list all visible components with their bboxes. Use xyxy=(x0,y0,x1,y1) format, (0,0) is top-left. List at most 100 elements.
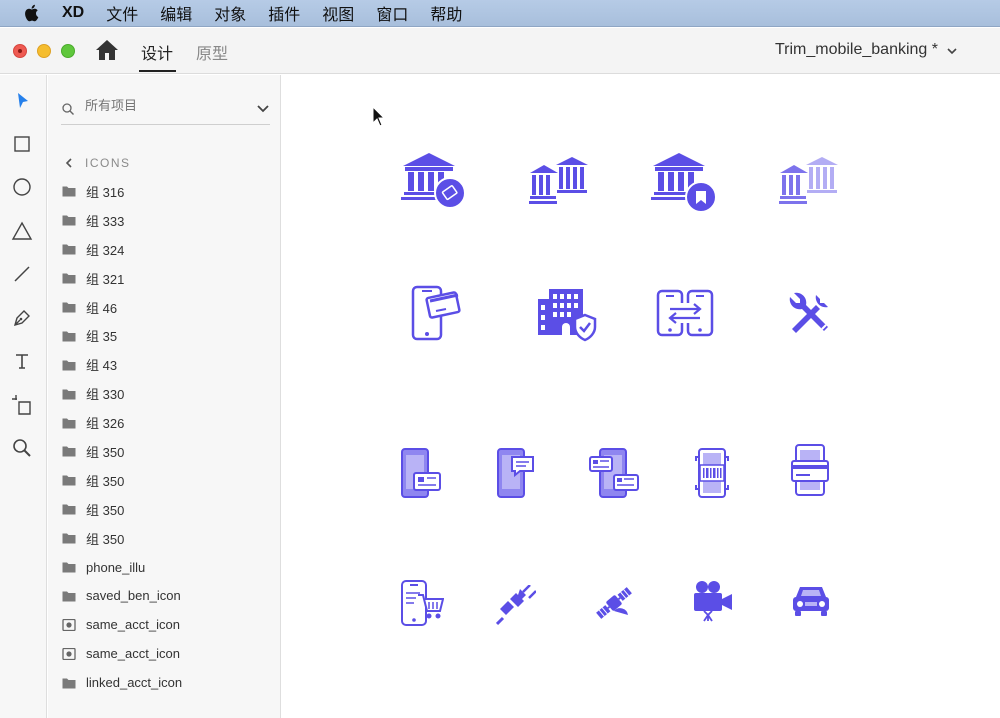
tab-prototype[interactable]: 原型 xyxy=(196,40,228,64)
layer-item[interactable]: 组 350 xyxy=(62,466,272,495)
active-tab-indicator xyxy=(139,70,176,72)
layer-item-label: 组 321 xyxy=(86,271,125,287)
layer-item[interactable]: phone_illu xyxy=(62,553,272,582)
tab-design[interactable]: 设计 xyxy=(141,40,173,64)
layer-item[interactable]: 组 43 xyxy=(62,350,272,379)
phone-transfer-icon[interactable] xyxy=(656,289,714,339)
layer-item[interactable]: 组 350 xyxy=(62,437,272,466)
phone-message-card-icon[interactable] xyxy=(400,447,442,499)
phone-cards-icon[interactable] xyxy=(588,447,640,499)
breadcrumb[interactable]: ICONS xyxy=(65,155,131,171)
menu-view[interactable]: 视图 xyxy=(322,1,354,25)
layer-item[interactable]: 组 321 xyxy=(62,264,272,293)
line-tool-icon[interactable] xyxy=(10,262,34,286)
bank-bookmark-icon[interactable] xyxy=(650,151,720,215)
layer-item-label: 组 35 xyxy=(86,329,118,345)
phone-cart-icon[interactable] xyxy=(400,579,444,627)
ellipse-tool-icon[interactable] xyxy=(10,175,34,199)
polygon-tool-icon[interactable] xyxy=(10,219,34,243)
layer-item[interactable]: 组 46 xyxy=(62,293,272,322)
chevron-left-icon[interactable] xyxy=(65,157,73,169)
layer-search[interactable] xyxy=(61,93,270,125)
menu-object[interactable]: 对象 xyxy=(214,1,246,25)
layer-item[interactable]: 组 35 xyxy=(62,321,272,350)
document-title[interactable]: Trim_mobile_banking * xyxy=(775,41,938,59)
window-titlebar: 设计 原型 Trim_mobile_banking * xyxy=(0,28,1000,74)
folder-icon xyxy=(62,360,76,371)
building-shield-icon[interactable] xyxy=(535,285,597,343)
menu-plugins[interactable]: 插件 xyxy=(268,1,300,25)
phone-barcode-icon[interactable] xyxy=(694,447,730,499)
satellite-icon[interactable] xyxy=(592,581,636,625)
phone-card-scan-icon[interactable] xyxy=(790,443,830,499)
layer-item[interactable]: 组 333 xyxy=(62,206,272,235)
chevron-down-icon[interactable] xyxy=(256,101,270,115)
symbol-icon xyxy=(62,647,76,660)
zoom-tool-icon[interactable] xyxy=(10,436,34,460)
tool-bar xyxy=(0,75,47,718)
window-close-button[interactable] xyxy=(13,44,27,58)
search-input[interactable] xyxy=(85,98,245,113)
video-camera-icon[interactable] xyxy=(692,579,734,623)
folder-icon xyxy=(62,418,76,429)
folder-icon xyxy=(62,244,76,255)
bank-pair-faded-icon[interactable] xyxy=(778,155,840,207)
menu-file[interactable]: 文件 xyxy=(106,1,138,25)
folder-icon xyxy=(62,591,76,602)
plug-icon[interactable] xyxy=(496,585,536,627)
layer-item-label: 组 43 xyxy=(86,358,118,374)
symbol-icon xyxy=(62,618,76,631)
select-tool-icon[interactable] xyxy=(10,89,34,113)
layer-item[interactable]: linked_acct_icon xyxy=(62,668,272,697)
layer-item[interactable]: 组 350 xyxy=(62,524,272,553)
folder-icon xyxy=(62,302,76,313)
layer-item[interactable]: 组 316 xyxy=(62,177,272,206)
menu-edit[interactable]: 编辑 xyxy=(160,1,192,25)
mouse-cursor-icon xyxy=(372,106,386,127)
layer-item-label: saved_ben_icon xyxy=(86,588,181,604)
window-maximize-button[interactable] xyxy=(61,44,75,58)
pen-tool-icon[interactable] xyxy=(10,306,34,330)
home-icon[interactable] xyxy=(95,39,119,61)
text-tool-icon[interactable] xyxy=(10,349,34,373)
bank-ticket-icon[interactable] xyxy=(400,151,468,213)
folder-icon xyxy=(62,389,76,400)
phone-card-icon[interactable] xyxy=(410,285,466,341)
folder-icon xyxy=(62,446,76,457)
layer-item[interactable]: 组 326 xyxy=(62,408,272,437)
tools-icon[interactable] xyxy=(786,289,834,337)
chevron-down-icon[interactable] xyxy=(946,44,958,56)
phone-chat-icon[interactable] xyxy=(496,447,536,499)
apple-icon[interactable] xyxy=(0,4,62,22)
layer-item[interactable]: saved_ben_icon xyxy=(62,581,272,610)
artboard-tool-icon[interactable] xyxy=(10,393,34,417)
rectangle-tool-icon[interactable] xyxy=(10,132,34,156)
layer-item-label: 组 330 xyxy=(86,387,125,403)
app-menu-xd[interactable]: XD xyxy=(62,4,84,22)
folder-icon xyxy=(62,678,76,689)
layer-item-label: phone_illu xyxy=(86,559,146,575)
menu-window[interactable]: 窗口 xyxy=(376,1,408,25)
layer-item-label: 组 350 xyxy=(86,473,125,489)
canvas[interactable] xyxy=(282,75,1000,718)
layer-item-label: 组 46 xyxy=(86,300,118,316)
layer-item[interactable]: 组 324 xyxy=(62,235,272,264)
bank-pair-icon[interactable] xyxy=(528,155,590,207)
layer-item-label: same_acct_icon xyxy=(86,617,180,633)
search-icon xyxy=(61,102,75,116)
layer-item-label: 组 350 xyxy=(86,502,125,518)
layer-item[interactable]: 组 330 xyxy=(62,379,272,408)
folder-icon xyxy=(62,562,76,573)
layer-item[interactable]: 组 350 xyxy=(62,495,272,524)
menu-help[interactable]: 帮助 xyxy=(430,1,462,25)
layer-item-label: 组 333 xyxy=(86,213,125,229)
folder-icon xyxy=(62,215,76,226)
layer-item[interactable]: same_acct_icon xyxy=(62,610,272,639)
layer-list: 组 316 组 333 组 324 组 321 组 46 组 35 组 43 组 330 组 3… xyxy=(62,177,272,697)
folder-icon xyxy=(62,273,76,284)
layers-panel: ICONS 组 316组 333组 324组 321组 46组 35组 43组 … xyxy=(48,75,281,718)
folder-icon xyxy=(62,533,76,544)
car-icon[interactable] xyxy=(792,583,830,619)
layer-item[interactable]: same_acct_icon xyxy=(62,639,272,668)
window-minimize-button[interactable] xyxy=(37,44,51,58)
